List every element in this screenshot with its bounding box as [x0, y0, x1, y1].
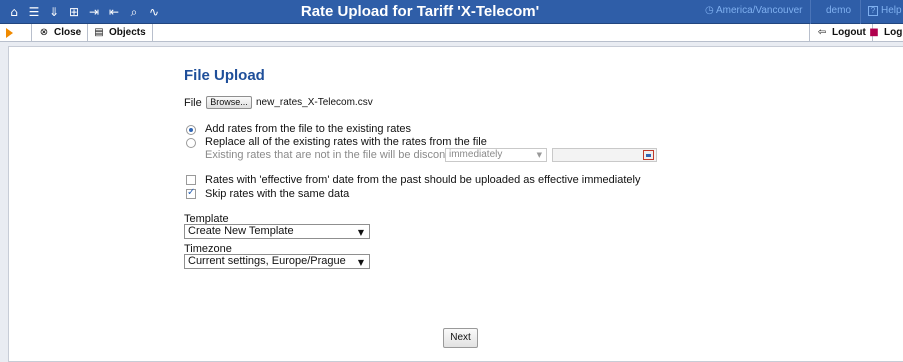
timezone-select[interactable]: Current settings, Europe/Prague ▼ — [184, 254, 370, 269]
download-icon[interactable]: ⇓ — [46, 4, 62, 20]
timezone-label: America/Vancouver — [715, 5, 803, 16]
past-rates-label: Rates with 'effective from' date from th… — [205, 174, 641, 186]
timezone-link[interactable]: ◷ America/Vancouver — [705, 5, 803, 16]
play-icon — [6, 28, 13, 38]
user-link[interactable]: demo — [826, 5, 851, 16]
discontinue-value: immediately — [449, 149, 503, 160]
chevron-down-icon: ▼ — [357, 258, 364, 267]
next-button[interactable]: Next — [443, 328, 478, 348]
help-icon: ? — [868, 6, 878, 16]
export-icon[interactable]: ⇤ — [106, 4, 122, 20]
date-input[interactable] — [552, 148, 657, 162]
main-panel — [8, 46, 903, 362]
log-icon: ■ — [869, 27, 879, 38]
home-icon[interactable]: ⌂ — [6, 4, 22, 20]
import-icon[interactable]: ⇥ — [86, 4, 102, 20]
template-select[interactable]: Create New Template ▼ — [184, 224, 370, 239]
file-name: new_rates_X-Telecom.csv — [256, 97, 373, 108]
chevron-down-icon: ▼ — [357, 228, 364, 237]
search-icon[interactable]: ⌕ — [126, 4, 142, 20]
divider — [860, 0, 861, 24]
help-link[interactable]: ? Help — [868, 5, 902, 16]
logout-icon: ⇦ — [817, 27, 827, 38]
objects-label: Objects — [109, 27, 146, 38]
log-label: Log — [884, 27, 903, 38]
calendar-icon[interactable] — [643, 150, 654, 160]
top-header-bar: ⌂ ☰ ⇓ ⊞ ⇥ ⇤ ⌕ ∿ Rate Upload for Tariff '… — [0, 0, 903, 24]
replace-rates-radio[interactable] — [186, 138, 196, 148]
log-button[interactable]: ■ Log — [862, 24, 903, 42]
section-heading: File Upload — [184, 67, 265, 84]
list-icon[interactable]: ☰ — [26, 4, 42, 20]
skip-rates-checkbox[interactable] — [186, 187, 196, 199]
close-label: Close — [54, 27, 82, 38]
discontinue-select[interactable]: immediately ▼ — [445, 148, 547, 162]
add-rates-label: Add rates from the file to the existing … — [205, 123, 412, 135]
page-title: Rate Upload for Tariff 'X-Telecom' — [300, 3, 540, 20]
objects-button[interactable]: ▤ Objects — [87, 24, 153, 42]
past-rates-checkbox[interactable] — [186, 175, 196, 185]
divider — [810, 0, 811, 24]
grid-icon[interactable]: ⊞ — [66, 4, 82, 20]
chart-icon[interactable]: ∿ — [146, 4, 162, 20]
close-icon: ⊗ — [39, 27, 49, 38]
logout-label: Logout — [832, 27, 866, 38]
template-value: Create New Template — [188, 225, 294, 237]
file-label: File — [184, 97, 202, 109]
timezone-value: Current settings, Europe/Prague — [188, 255, 346, 267]
browse-button[interactable]: Browse... — [206, 96, 252, 109]
objects-icon: ▤ — [94, 27, 104, 38]
close-button[interactable]: ⊗ Close — [32, 24, 89, 42]
replace-rates-label: Replace all of the existing rates with t… — [205, 136, 487, 148]
discontinue-label: Existing rates that are not in the file … — [205, 149, 476, 161]
chevron-down-icon: ▼ — [536, 151, 542, 159]
toolbar: ⊗ Close ▤ Objects ⇦ Logout ■ Log — [0, 24, 903, 42]
skip-rates-label: Skip rates with the same data — [205, 188, 350, 200]
clock-icon: ◷ — [705, 5, 714, 16]
menu-toggle[interactable] — [0, 24, 32, 42]
add-rates-radio[interactable] — [186, 125, 196, 135]
help-label: Help — [881, 5, 902, 16]
